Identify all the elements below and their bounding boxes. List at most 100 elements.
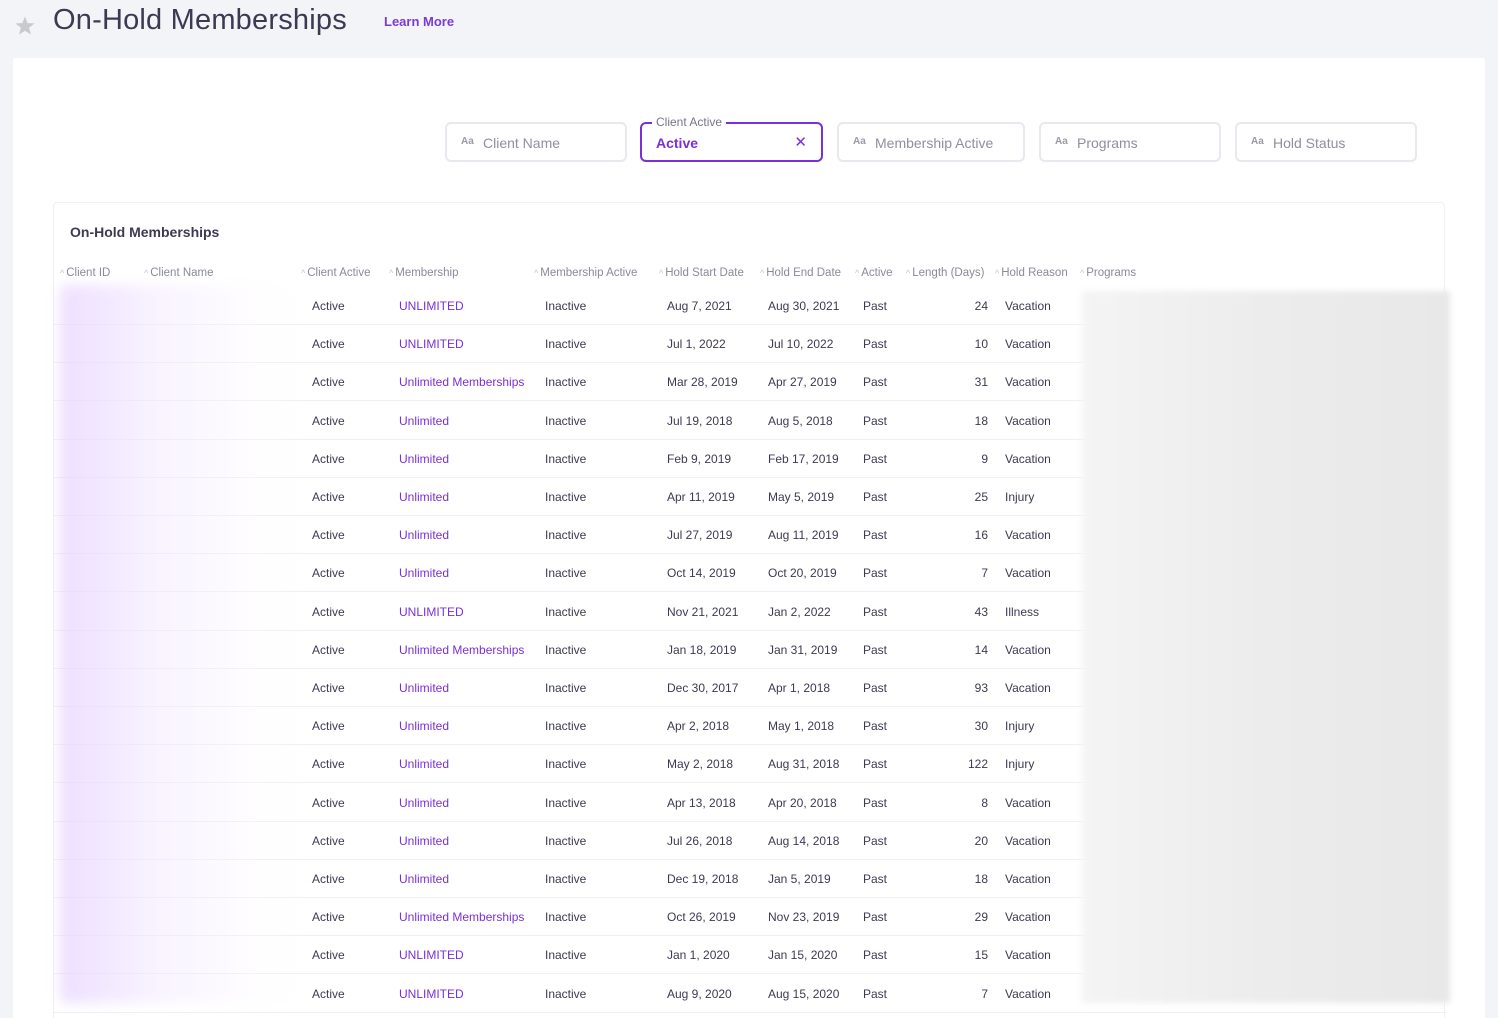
cell-hold-start-date: Aug 7, 2021 — [667, 299, 732, 313]
cell-active: Past — [863, 528, 888, 543]
cell-length-days: 20 — [974, 833, 988, 848]
client-name-filter[interactable]: Aa Client Name — [445, 122, 627, 162]
column-header-membership[interactable]: ^ Membership — [389, 267, 459, 279]
column-header-client-id[interactable]: ^ Client ID — [60, 267, 110, 279]
cell-active: Past — [863, 375, 888, 390]
cell-membership[interactable]: UNLIMITED — [399, 605, 464, 619]
cell-length-days: 7 — [981, 566, 988, 581]
column-header-hold-start-date[interactable]: ^ Hold Start Date — [659, 267, 744, 279]
cell-membership-active: Inactive — [545, 719, 587, 734]
cell-hold-reason: Injury — [1005, 490, 1035, 504]
cell-membership[interactable]: Unlimited — [399, 414, 449, 428]
text-format-icon: Aa — [461, 136, 474, 147]
cell-length-days: 14 — [974, 642, 988, 657]
cell-client-active: Active — [312, 299, 345, 313]
cell-membership-active: Inactive — [545, 795, 587, 810]
cell-active: Past — [863, 833, 888, 848]
cell-membership[interactable]: UNLIMITED — [399, 337, 464, 351]
cell-hold-end-date: May 5, 2019 — [768, 490, 835, 504]
cell-membership[interactable]: Unlimited — [399, 757, 449, 771]
cell-client-active: Active — [312, 375, 345, 390]
cell-hold-start-date: Aug 9, 2020 — [667, 986, 732, 1001]
cell-membership[interactable]: Unlimited Memberships — [399, 375, 524, 389]
redacted-programs — [1082, 291, 1450, 1003]
cell-hold-end-date: Jul 10, 2022 — [768, 337, 834, 352]
cell-hold-end-date: Aug 15, 2020 — [768, 986, 840, 1001]
cell-membership[interactable]: Unlimited Memberships — [399, 643, 524, 657]
cell-membership[interactable]: Unlimited — [399, 452, 449, 466]
cell-length-days: 7 — [981, 986, 988, 1001]
cell-length-days: 93 — [974, 681, 988, 695]
cell-hold-end-date: Aug 5, 2018 — [768, 413, 833, 428]
column-header-active[interactable]: ^ Active — [855, 267, 893, 279]
cell-hold-end-date: Apr 20, 2018 — [768, 795, 837, 810]
cell-length-days: 24 — [974, 299, 988, 313]
cell-membership[interactable]: Unlimited — [399, 528, 449, 542]
cell-membership[interactable]: Unlimited — [399, 566, 449, 580]
cell-membership[interactable]: Unlimited — [399, 796, 449, 810]
cell-membership[interactable]: Unlimited — [399, 834, 449, 848]
cell-membership[interactable]: UNLIMITED — [399, 987, 464, 1001]
cell-membership[interactable]: Unlimited — [399, 681, 449, 695]
cell-membership[interactable]: UNLIMITED — [399, 299, 464, 313]
cell-active: Past — [863, 451, 888, 466]
cell-length-days: 29 — [974, 910, 988, 925]
cell-hold-end-date: Jan 15, 2020 — [768, 948, 838, 963]
column-header-length-days[interactable]: ^ Length (Days) — [906, 267, 984, 279]
cell-length-days: 43 — [974, 604, 988, 619]
cell-client-active: Active — [312, 642, 345, 657]
cell-hold-end-date: May 1, 2018 — [768, 719, 835, 734]
column-header-hold-end-date[interactable]: ^ Hold End Date — [760, 267, 841, 279]
cell-membership[interactable]: Unlimited — [399, 490, 449, 504]
cell-membership-active: Inactive — [545, 681, 587, 695]
cell-hold-start-date: Oct 26, 2019 — [667, 910, 736, 925]
cell-membership[interactable]: Unlimited — [399, 872, 449, 886]
cell-active: Past — [863, 948, 888, 963]
cell-membership-active: Inactive — [545, 451, 587, 466]
learn-more-link[interactable]: Learn More — [384, 14, 454, 29]
cell-hold-reason: Vacation — [1005, 910, 1051, 925]
cell-client-active: Active — [312, 986, 345, 1001]
cell-hold-end-date: Aug 11, 2019 — [768, 528, 839, 543]
table-title: On-Hold Memberships — [70, 224, 220, 240]
cell-client-active: Active — [312, 910, 345, 925]
programs-filter[interactable]: Aa Programs — [1039, 122, 1221, 162]
cell-hold-start-date: Apr 11, 2019 — [667, 490, 735, 504]
client-active-value: Active — [656, 135, 699, 151]
cell-length-days: 30 — [974, 719, 988, 734]
cell-active: Past — [863, 910, 888, 925]
cell-hold-reason: Vacation — [1005, 833, 1051, 848]
cell-client-active: Active — [312, 337, 345, 352]
column-header-membership-active[interactable]: ^ Membership Active — [534, 267, 637, 279]
column-header-programs[interactable]: ^ Programs — [1080, 267, 1136, 279]
cell-hold-end-date: Apr 1, 2018 — [768, 681, 831, 695]
hold-status-filter[interactable]: Aa Hold Status — [1235, 122, 1417, 162]
cell-membership[interactable]: Unlimited Memberships — [399, 910, 524, 924]
cell-active: Past — [863, 719, 888, 734]
column-header-hold-reason[interactable]: ^ Hold Reason — [995, 267, 1068, 279]
cell-membership-active: Inactive — [545, 872, 587, 886]
cell-membership[interactable]: UNLIMITED — [399, 948, 464, 962]
column-header-client-active[interactable]: ^ Client Active — [301, 267, 371, 279]
column-header-client-name[interactable]: ^ Client Name — [144, 267, 214, 279]
cell-active: Past — [863, 986, 888, 1001]
close-icon[interactable]: ✕ — [794, 133, 807, 151]
cell-hold-reason: Vacation — [1005, 986, 1051, 1001]
cell-hold-reason: Vacation — [1005, 299, 1051, 313]
cell-hold-start-date: Jul 26, 2018 — [667, 833, 733, 848]
membership-active-filter[interactable]: Aa Membership Active — [837, 122, 1025, 162]
cell-hold-reason: Vacation — [1005, 566, 1051, 581]
cell-hold-reason: Vacation — [1005, 337, 1051, 352]
cell-active: Past — [863, 299, 888, 313]
star-icon[interactable] — [13, 14, 37, 38]
cell-hold-reason: Vacation — [1005, 872, 1051, 886]
cell-client-active: Active — [312, 604, 345, 619]
cell-membership-active: Inactive — [545, 986, 587, 1001]
cell-hold-end-date: Jan 2, 2022 — [768, 604, 831, 619]
cell-client-active: Active — [312, 451, 345, 466]
cell-membership[interactable]: Unlimited — [399, 719, 449, 733]
cell-active: Past — [863, 872, 888, 886]
client-active-filter[interactable]: Client Active Active ✕ — [640, 115, 823, 162]
cell-client-active: Active — [312, 872, 345, 886]
cell-hold-reason: Vacation — [1005, 375, 1051, 390]
